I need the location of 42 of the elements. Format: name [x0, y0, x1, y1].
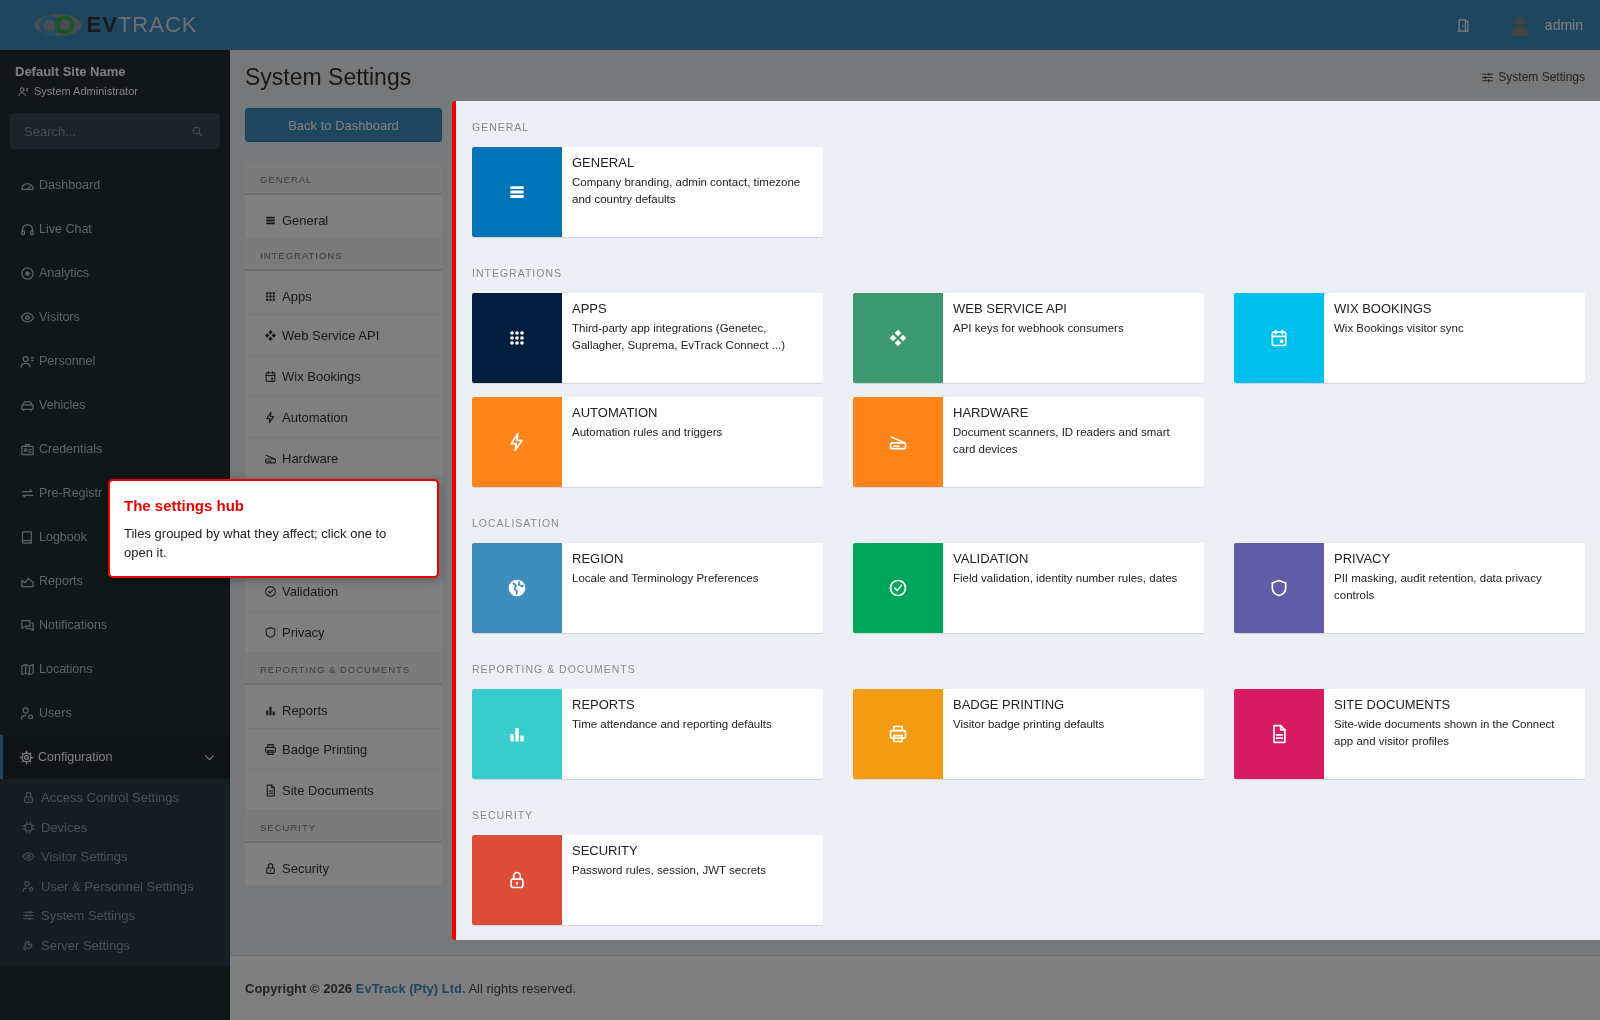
tile-description: Automation rules and triggers [572, 425, 723, 440]
user-role: System Administrator [34, 85, 138, 97]
logo-text: EVTRACK [86, 12, 198, 38]
tile-title: BADGE PRINTING [953, 697, 1066, 712]
tile-title: PRIVACY [1334, 551, 1392, 566]
page-title: System Settings [245, 63, 412, 91]
tile-description: Time attendance and reporting defaults [572, 717, 772, 732]
section-heading: LOCALISATION [472, 517, 561, 529]
copyright-text: Copyright © 2026 EvTrack (Pty) Ltd. All rights reserved. [245, 980, 577, 996]
section-heading: REPORTING & DOCUMENTS [472, 663, 637, 675]
section-heading: SECURITY [472, 809, 535, 821]
tile-title: REPORTS [572, 697, 636, 712]
tile-description: Visitor badge printing defaults [953, 717, 1105, 732]
menu-section-heading: SECURITY [245, 811, 442, 843]
menu-section-heading: INTEGRATIONS [245, 239, 442, 271]
tile-title: VALIDATION [953, 551, 1030, 566]
tile-description: Password rules, session, JWT secrets [572, 863, 767, 878]
tile-description: Third-party app integrations (Genetec, Gallagher, Suprema, EvTrack Connect ...) [572, 321, 787, 353]
section-heading: GENERAL [472, 121, 531, 133]
tile-title: REGION [572, 551, 625, 566]
menu-section-heading: REPORTING & DOCUMENTS [245, 653, 442, 685]
section-heading: INTEGRATIONS [472, 267, 563, 279]
tile-title: WIX BOOKINGS [1334, 301, 1433, 316]
tile-description: Wix Bookings visitor sync [1334, 321, 1464, 336]
tile-title: SITE DOCUMENTS [1334, 697, 1452, 712]
tooltip-title: The settings hub [124, 497, 245, 514]
tile-description: Locale and Terminology Preferences [572, 571, 759, 586]
tile-title: WEB SERVICE API [953, 301, 1068, 316]
tile-description: Company branding, admin contact, timezone and country defaults [572, 175, 802, 207]
tile-title: HARDWARE [953, 405, 1030, 420]
site-name: Default Site Name [15, 64, 127, 79]
tile-description: API keys for webhook consumers [953, 321, 1124, 336]
tile-title: GENERAL [572, 155, 636, 170]
tile-description: Site-wide documents shown in the Connect app and visitor profiles [1334, 717, 1556, 749]
tile-description: Field validation, identity number rules, dates [953, 571, 1178, 586]
tile-description: PII masking, audit retention, data privacy controls [1334, 571, 1543, 603]
tile-description: Document scanners, ID readers and smart card devices [953, 425, 1171, 457]
tile-title: AUTOMATION [572, 405, 659, 420]
tile-title: SECURITY [572, 843, 639, 858]
menu-section-heading: GENERAL [245, 163, 442, 195]
tooltip-text: Tiles grouped by what they affect; click one to open it. [124, 525, 388, 562]
tile-title: APPS [572, 301, 608, 316]
